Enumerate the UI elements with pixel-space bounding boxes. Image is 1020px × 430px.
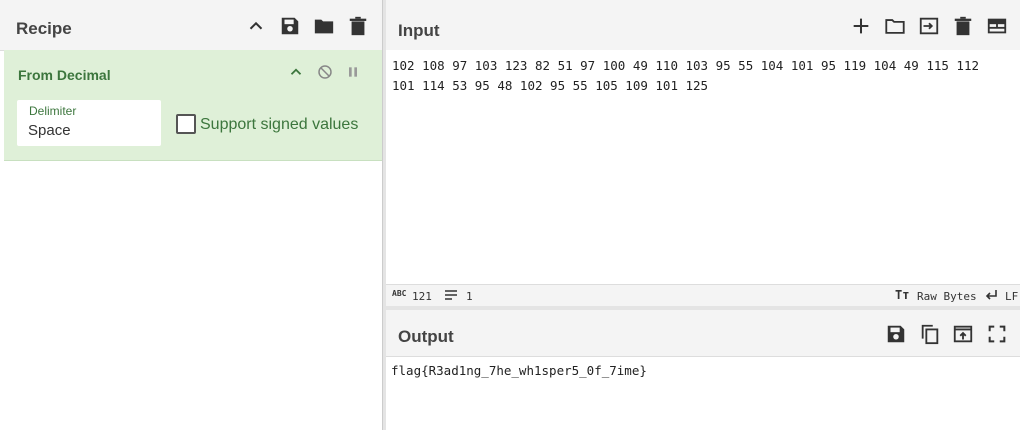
length-icon: ABC (392, 289, 407, 298)
fullscreen-icon[interactable] (983, 320, 1011, 348)
import-icon[interactable] (915, 12, 943, 40)
signed-values-checkbox[interactable] (176, 114, 196, 134)
delimiter-field[interactable]: Delimiter (17, 100, 161, 146)
chevron-up-icon[interactable] (283, 59, 309, 85)
replace-input-icon[interactable] (949, 320, 977, 348)
output-text[interactable]: flag{R3ad1ng_7he_wh1sper5_0f_7ime} (391, 363, 647, 378)
input-lines: 1 (466, 290, 473, 303)
recipe-pane: Recipe From Decimal Delimiter Support (0, 0, 382, 430)
eol-icon (984, 288, 998, 305)
input-textarea[interactable]: 102 108 97 103 123 82 51 97 100 49 110 1… (386, 50, 1020, 284)
input-status-bar: ABC 121 1 Tт Raw Bytes LF (386, 284, 1020, 307)
chevron-up-icon[interactable] (242, 12, 270, 40)
recipe-title: Recipe (16, 19, 72, 38)
folder-icon[interactable] (310, 12, 338, 40)
copy-icon[interactable] (916, 320, 944, 348)
input-title: Input (398, 21, 440, 40)
plus-icon[interactable] (847, 12, 875, 40)
encoding-icon: Tт (895, 288, 910, 302)
operation-from-decimal[interactable]: From Decimal Delimiter Support signed va… (4, 50, 382, 161)
input-header: Input (386, 0, 1020, 51)
input-encoding[interactable]: Raw Bytes (917, 290, 977, 303)
save-icon[interactable] (882, 320, 910, 348)
trash-icon[interactable] (344, 12, 372, 40)
operation-name: From Decimal (18, 67, 111, 83)
disable-icon[interactable] (312, 59, 338, 85)
recipe-header: Recipe (0, 0, 382, 51)
pause-icon[interactable] (340, 59, 366, 85)
input-eol[interactable]: LF (1005, 290, 1018, 303)
input-text[interactable]: 102 108 97 103 123 82 51 97 100 49 110 1… (392, 56, 1008, 96)
folder-icon[interactable] (881, 12, 909, 40)
lines-icon (444, 288, 458, 305)
output-title: Output (398, 327, 454, 346)
delimiter-input[interactable] (28, 122, 148, 139)
save-icon[interactable] (276, 12, 304, 40)
input-length: 121 (412, 290, 432, 303)
delimiter-label: Delimiter (29, 104, 77, 118)
trash-icon[interactable] (949, 12, 977, 40)
output-header: Output (386, 310, 1020, 357)
signed-values-label[interactable]: Support signed values (200, 116, 358, 134)
output-textarea[interactable]: flag{R3ad1ng_7he_wh1sper5_0f_7ime} (386, 357, 1020, 430)
layout-icon[interactable] (983, 12, 1011, 40)
